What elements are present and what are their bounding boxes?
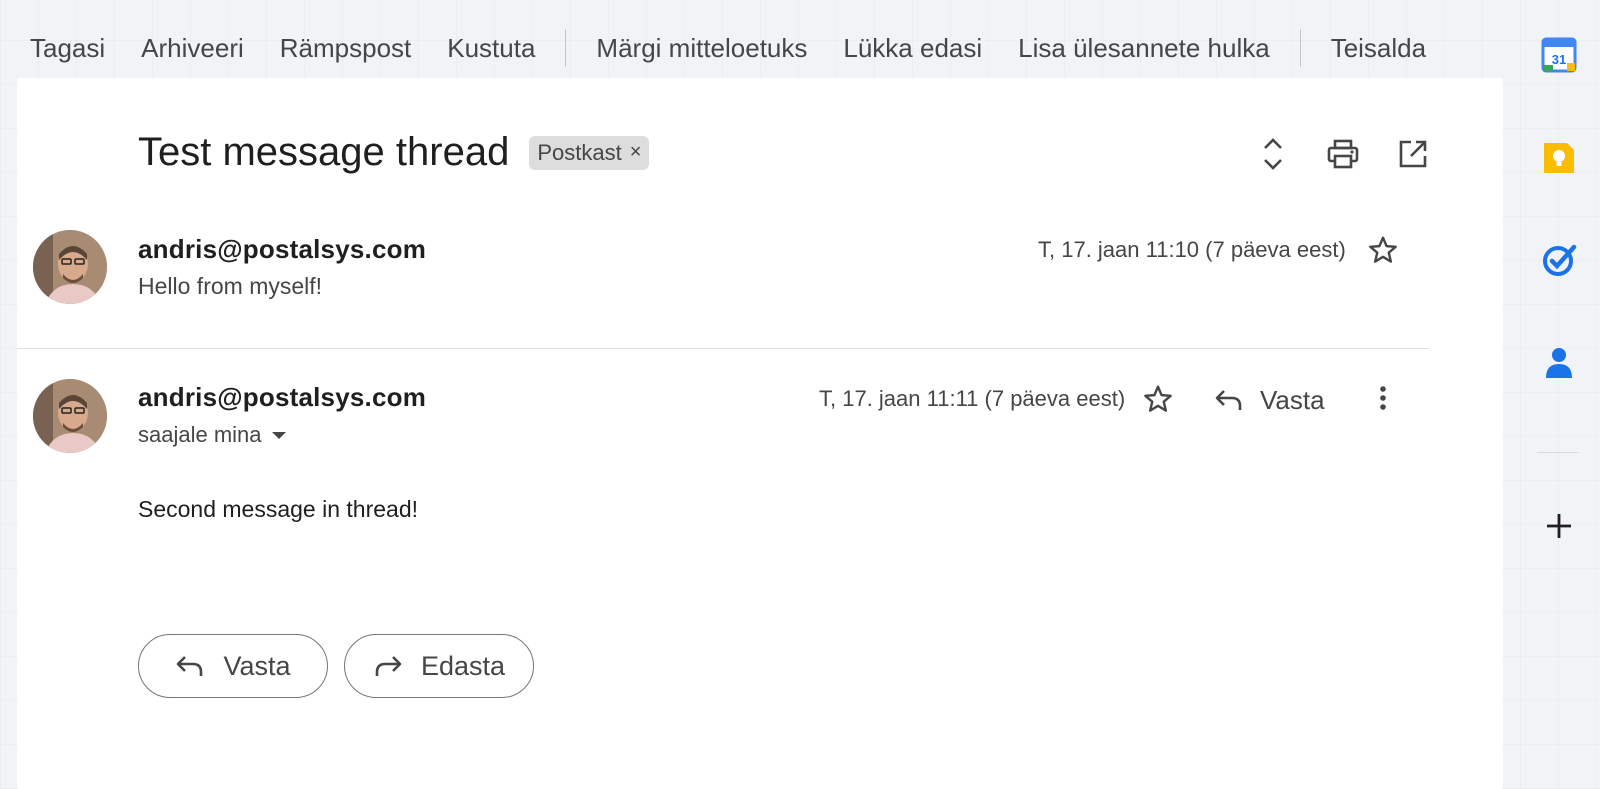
dropdown-caret-icon xyxy=(271,431,286,439)
avatar xyxy=(33,230,107,304)
mark-unread-button[interactable]: Märgi mitteloetuks xyxy=(578,22,825,74)
toolbar-divider xyxy=(565,29,567,67)
thread-header-actions xyxy=(1253,134,1433,174)
message-view: Test message thread Postkast × andris@po… xyxy=(17,78,1503,789)
remove-label-icon[interactable]: × xyxy=(630,141,642,164)
reply-pill-button[interactable]: Vasta xyxy=(138,634,328,698)
contacts-icon[interactable] xyxy=(1541,344,1577,380)
expand-collapse-icon[interactable] xyxy=(1253,134,1293,174)
reply-label: Vasta xyxy=(1260,384,1325,415)
side-panel: 31 xyxy=(1503,0,1600,789)
keep-icon[interactable] xyxy=(1541,140,1577,176)
message-snippet: Hello from myself! xyxy=(138,273,323,299)
forward-icon xyxy=(375,656,402,676)
avatar xyxy=(33,379,107,453)
star-icon[interactable] xyxy=(1363,230,1403,270)
add-to-tasks-button[interactable]: Lisa ülesannete hulka xyxy=(1000,22,1288,74)
message-body: Second message in thread! xyxy=(138,496,419,522)
sender-email: andris@postalsys.com xyxy=(138,382,427,412)
toolbar: Tagasi Arhiveeri Rämpspost Kustuta Märgi… xyxy=(0,22,1510,74)
back-button[interactable]: Tagasi xyxy=(0,22,123,74)
message-date: T, 17. jaan 11:10 (7 päeva eest) xyxy=(1038,237,1346,262)
recipients-text: saajale mina xyxy=(138,422,262,447)
snooze-button[interactable]: Lükka edasi xyxy=(825,22,1000,74)
spam-button[interactable]: Rämpspost xyxy=(262,22,430,74)
add-icon[interactable] xyxy=(1541,508,1577,544)
forward-pill-button[interactable]: Edasta xyxy=(344,634,534,698)
label-chip[interactable]: Postkast × xyxy=(529,135,650,170)
message-date: T, 17. jaan 11:11 (7 päeva eest) xyxy=(819,386,1126,411)
archive-button[interactable]: Arhiveeri xyxy=(123,22,262,74)
move-button[interactable]: Teisalda xyxy=(1313,22,1444,74)
open-in-new-window-icon[interactable] xyxy=(1393,134,1433,174)
calendar-day: 31 xyxy=(1552,52,1566,67)
tasks-icon[interactable] xyxy=(1541,242,1577,278)
sender-email: andris@postalsys.com xyxy=(138,234,427,264)
message-divider xyxy=(17,348,1429,349)
reply-pill-label: Vasta xyxy=(223,650,291,681)
reply-button[interactable]: Vasta xyxy=(1214,380,1325,420)
print-icon[interactable] xyxy=(1323,134,1363,174)
more-options-icon[interactable] xyxy=(1363,378,1403,418)
thread-header: Test message thread Postkast × xyxy=(138,130,650,175)
reply-icon xyxy=(177,656,203,676)
toolbar-divider xyxy=(1299,29,1301,67)
recipients-toggle[interactable]: saajale mina xyxy=(138,422,286,448)
star-icon[interactable] xyxy=(1138,379,1178,419)
label-chip-text: Postkast xyxy=(537,139,622,165)
calendar-icon[interactable]: 31 xyxy=(1541,37,1577,73)
reply-icon xyxy=(1215,390,1242,410)
delete-button[interactable]: Kustuta xyxy=(429,22,553,74)
side-panel-divider xyxy=(1537,452,1579,453)
thread-subject: Test message thread xyxy=(138,130,510,174)
forward-pill-label: Edasta xyxy=(420,650,506,681)
